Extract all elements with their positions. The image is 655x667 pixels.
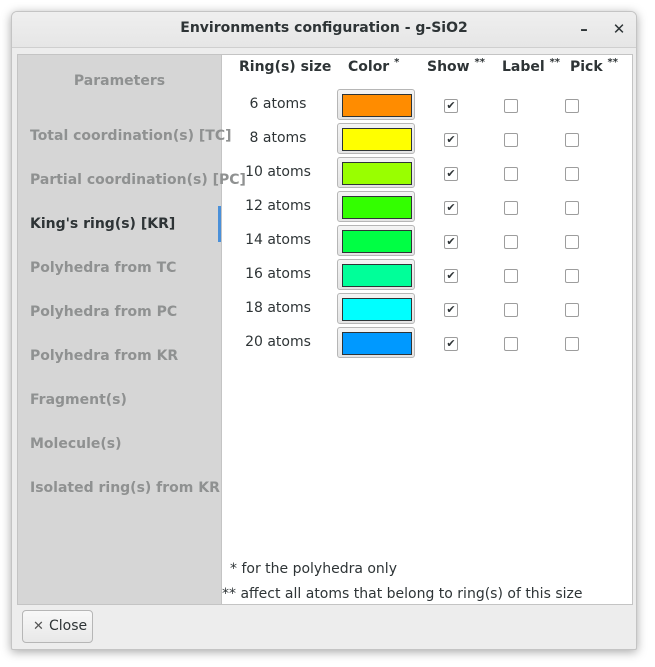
label-checkbox[interactable] bbox=[504, 201, 518, 215]
color-picker-button[interactable] bbox=[337, 123, 415, 154]
color-swatch bbox=[342, 94, 412, 117]
color-swatch bbox=[342, 196, 412, 219]
color-swatch bbox=[342, 162, 412, 185]
color-swatch bbox=[342, 298, 412, 321]
sidebar-item[interactable]: King's ring(s) [KR] bbox=[18, 209, 221, 239]
color-picker-button[interactable] bbox=[337, 157, 415, 188]
dialog-window: Environments configuration - g-SiO2 – ✕ … bbox=[11, 11, 637, 650]
sidebar-item[interactable]: Total coordination(s) [TC] bbox=[18, 121, 232, 151]
sidebar-item[interactable]: Partial coordination(s) [PC] bbox=[18, 165, 246, 195]
label-checkbox[interactable] bbox=[504, 167, 518, 181]
header-pick: Pick ** bbox=[570, 57, 619, 75]
window-close-button[interactable]: ✕ bbox=[608, 18, 630, 40]
label-checkbox[interactable] bbox=[504, 337, 518, 351]
sidebar: Parameters Total coordination(s) [TC] Par… bbox=[18, 55, 246, 604]
header-color: Color * bbox=[348, 57, 400, 75]
close-icon: ✕ bbox=[33, 619, 44, 634]
ring-size-label: 14 atoms bbox=[245, 232, 311, 248]
label-checkbox[interactable] bbox=[504, 133, 518, 147]
show-checkbox[interactable]: ✔ bbox=[444, 235, 458, 249]
close-button[interactable]: ✕ Close bbox=[22, 610, 93, 643]
show-checkbox[interactable]: ✔ bbox=[444, 133, 458, 147]
note-affect: ** affect all atoms that belong to ring(… bbox=[222, 586, 583, 602]
show-checkbox[interactable]: ✔ bbox=[444, 337, 458, 351]
show-checkbox[interactable]: ✔ bbox=[444, 303, 458, 317]
color-picker-button[interactable] bbox=[337, 89, 415, 120]
ring-size-label: 20 atoms bbox=[245, 334, 311, 350]
ring-size-label: 16 atoms bbox=[245, 266, 311, 282]
title-bar[interactable]: Environments configuration - g-SiO2 – ✕ bbox=[12, 12, 636, 48]
label-checkbox[interactable] bbox=[504, 303, 518, 317]
color-picker-button[interactable] bbox=[337, 191, 415, 222]
content-frame: Parameters Total coordination(s) [TC] Par… bbox=[17, 54, 633, 605]
sidebar-item[interactable]: Polyhedra from TC bbox=[18, 253, 221, 283]
ring-size-label: 12 atoms bbox=[245, 198, 311, 214]
label-checkbox[interactable] bbox=[504, 269, 518, 283]
sidebar-header: Parameters bbox=[73, 73, 166, 89]
color-swatch bbox=[342, 128, 412, 151]
pick-checkbox[interactable] bbox=[565, 167, 579, 181]
minimize-button[interactable]: – bbox=[573, 18, 595, 40]
pick-checkbox[interactable] bbox=[565, 337, 579, 351]
header-label: Label ** bbox=[502, 57, 561, 75]
header-ring-size: Ring(s) size bbox=[239, 59, 332, 75]
pick-checkbox[interactable] bbox=[565, 269, 579, 283]
show-checkbox[interactable]: ✔ bbox=[444, 201, 458, 215]
pick-checkbox[interactable] bbox=[565, 201, 579, 215]
ring-size-label: 8 atoms bbox=[249, 130, 307, 146]
sidebar-active-marker bbox=[218, 206, 221, 242]
color-picker-button[interactable] bbox=[337, 293, 415, 324]
pick-checkbox[interactable] bbox=[565, 133, 579, 147]
ring-size-label: 18 atoms bbox=[245, 300, 311, 316]
window-title: Environments configuration - g-SiO2 bbox=[180, 20, 468, 36]
color-picker-button[interactable] bbox=[337, 225, 415, 256]
pick-checkbox[interactable] bbox=[565, 99, 579, 113]
ring-size-label: 6 atoms bbox=[249, 96, 307, 112]
show-checkbox[interactable]: ✔ bbox=[444, 99, 458, 113]
color-swatch bbox=[342, 230, 412, 253]
sidebar-item[interactable]: Molecule(s) bbox=[18, 429, 221, 459]
sidebar-item[interactable]: Polyhedra from PC bbox=[18, 297, 221, 327]
ring-size-label: 10 atoms bbox=[245, 164, 311, 180]
note-polyhedra: * for the polyhedra only bbox=[230, 561, 397, 577]
label-checkbox[interactable] bbox=[504, 99, 518, 113]
close-button-label: Close bbox=[49, 618, 88, 634]
show-checkbox[interactable]: ✔ bbox=[444, 269, 458, 283]
label-checkbox[interactable] bbox=[504, 235, 518, 249]
header-show: Show ** bbox=[427, 57, 485, 75]
show-checkbox[interactable]: ✔ bbox=[444, 167, 458, 181]
pick-checkbox[interactable] bbox=[565, 303, 579, 317]
sidebar-item[interactable]: Isolated ring(s) from KR bbox=[18, 473, 221, 503]
rings-panel: Ring(s) size Color * Show ** Label ** Pi… bbox=[222, 55, 632, 604]
color-picker-button[interactable] bbox=[337, 327, 415, 358]
color-picker-button[interactable] bbox=[337, 259, 415, 290]
sidebar-item[interactable]: Fragment(s) bbox=[18, 385, 221, 415]
color-swatch bbox=[342, 332, 412, 355]
pick-checkbox[interactable] bbox=[565, 235, 579, 249]
color-swatch bbox=[342, 264, 412, 287]
sidebar-item[interactable]: Polyhedra from KR bbox=[18, 341, 221, 371]
